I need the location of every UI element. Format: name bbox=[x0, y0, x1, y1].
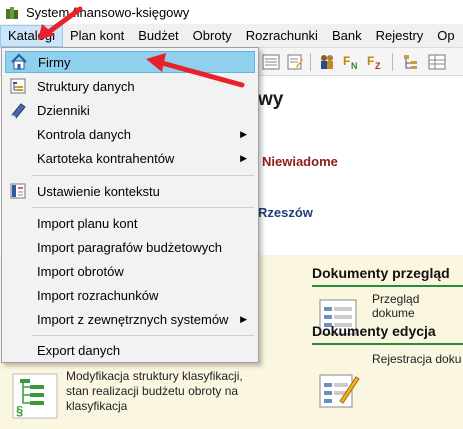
title-bar: System finansowo-księgowy bbox=[0, 0, 463, 24]
menu-item-label: Import obrotów bbox=[37, 263, 124, 279]
filter-fz-icon[interactable]: F Z bbox=[366, 53, 384, 71]
toolbar-separator bbox=[392, 53, 393, 71]
menu-item-kontrola-danych[interactable]: Kontrola danych ▶ bbox=[5, 123, 255, 145]
edit-document-icon[interactable] bbox=[286, 53, 304, 71]
book-icon bbox=[11, 103, 26, 119]
classification-structure-icon[interactable]: § bbox=[12, 373, 58, 419]
menu-bank[interactable]: Bank bbox=[325, 25, 369, 47]
window-title: System finansowo-księgowy bbox=[26, 4, 190, 20]
status-label: Niewiadome bbox=[262, 154, 338, 169]
menu-item-import-obrotow[interactable]: Import obrotów bbox=[5, 260, 255, 282]
app-books-icon bbox=[6, 7, 18, 19]
menu-budzet[interactable]: Budżet bbox=[131, 25, 185, 47]
menu-item-label: Export danych bbox=[37, 342, 121, 358]
menu-item-export-danych[interactable]: Export danych bbox=[5, 339, 255, 361]
grid-table-icon[interactable] bbox=[428, 53, 446, 71]
section-title-dokumenty-przeglad[interactable]: Dokumenty przegląd bbox=[312, 265, 450, 281]
menu-item-ustawienie-kontekstu[interactable]: Ustawienie kontekstu bbox=[5, 180, 255, 202]
classification-description: Modyfikacja struktury klasyfikacji, stan… bbox=[66, 369, 243, 413]
menu-item-kartoteka-kontrahentow[interactable]: Kartoteka kontrahentów ▶ bbox=[5, 147, 255, 169]
toolbar-separator bbox=[310, 53, 311, 71]
svg-text:N: N bbox=[351, 61, 358, 71]
document-edit-icon[interactable] bbox=[316, 371, 360, 411]
svg-text:§: § bbox=[16, 403, 23, 418]
menu-item-label: Import planu kont bbox=[37, 215, 138, 231]
section-title-dokumenty-edycja[interactable]: Dokumenty edycja bbox=[312, 323, 436, 339]
menu-item-label: Import z zewnętrznych systemów bbox=[37, 311, 229, 327]
svg-text:F: F bbox=[367, 54, 374, 68]
section-desc-dokumenty-edycja: Rejestracja doku bbox=[372, 352, 462, 366]
menu-item-label: Struktury danych bbox=[37, 78, 135, 94]
section-underline bbox=[312, 343, 463, 345]
menu-item-dzienniki[interactable]: Dzienniki bbox=[5, 99, 255, 121]
menu-item-label: Ustawienie kontekstu bbox=[37, 183, 160, 199]
list-view-icon[interactable] bbox=[262, 53, 280, 71]
menu-rozrachunki[interactable]: Rozrachunki bbox=[239, 25, 325, 47]
menu-separator bbox=[32, 207, 254, 208]
tree-structure-icon[interactable] bbox=[402, 53, 420, 71]
menu-item-import-rozrachunkow[interactable]: Import rozrachunków bbox=[5, 284, 255, 306]
menu-item-label: Firmy bbox=[38, 54, 71, 70]
menu-obroty[interactable]: Obroty bbox=[186, 25, 239, 47]
menu-separator bbox=[32, 335, 254, 336]
page-heading: wy bbox=[258, 89, 284, 110]
submenu-arrow-icon: ▶ bbox=[240, 128, 247, 139]
house-icon bbox=[11, 53, 27, 70]
menu-item-import-paragrafow-budzetowych[interactable]: Import paragrafów budżetowych bbox=[5, 236, 255, 258]
menu-separator bbox=[32, 175, 254, 176]
filter-fn-icon[interactable]: F N bbox=[342, 53, 360, 71]
menu-item-struktury-danych[interactable]: Struktury danych bbox=[5, 75, 255, 97]
menu-item-label: Dzienniki bbox=[37, 102, 90, 118]
location-label: Rzeszów bbox=[258, 205, 313, 220]
menu-item-label: Kartoteka kontrahentów bbox=[37, 150, 175, 166]
menu-bar: Katalogi Plan kont Budżet Obroty Rozrach… bbox=[0, 24, 463, 48]
menu-item-label: Import rozrachunków bbox=[37, 287, 159, 303]
menu-item-label: Import paragrafów budżetowych bbox=[37, 239, 222, 255]
katalogi-dropdown-menu: Firmy Struktury danych Dzienniki Kontrol… bbox=[1, 47, 259, 363]
menu-item-label: Kontrola danych bbox=[37, 126, 131, 142]
structure-icon bbox=[10, 78, 26, 94]
svg-text:F: F bbox=[343, 54, 350, 68]
svg-text:Z: Z bbox=[375, 61, 381, 71]
menu-rejestry[interactable]: Rejestry bbox=[369, 25, 431, 47]
section-desc-dokumenty-przeglad: Przegląd dokume bbox=[372, 292, 420, 320]
submenu-arrow-icon: ▶ bbox=[240, 152, 247, 163]
context-icon bbox=[10, 183, 26, 199]
section-underline bbox=[312, 285, 463, 287]
menu-op[interactable]: Op bbox=[430, 25, 461, 47]
menu-item-import-planu-kont[interactable]: Import planu kont bbox=[5, 212, 255, 234]
menu-item-import-z-zewnetrznych-systemow[interactable]: Import z zewnętrznych systemów ▶ bbox=[5, 308, 255, 330]
menu-item-firmy[interactable]: Firmy bbox=[5, 51, 255, 73]
users-icon[interactable] bbox=[318, 53, 336, 71]
menu-katalogi[interactable]: Katalogi bbox=[0, 24, 63, 47]
submenu-arrow-icon: ▶ bbox=[240, 313, 247, 324]
menu-plan-kont[interactable]: Plan kont bbox=[63, 25, 131, 47]
